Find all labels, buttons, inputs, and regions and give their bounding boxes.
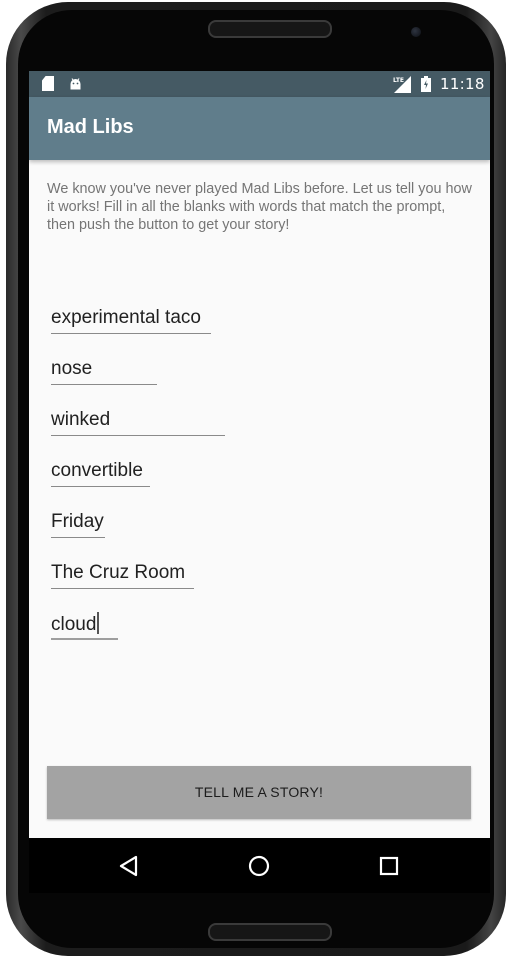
tell-story-button[interactable]: TELL ME A STORY!: [47, 766, 471, 819]
lte-signal-icon: LTE: [393, 76, 411, 93]
sd-card-icon: [42, 76, 54, 91]
word-input-3[interactable]: winked: [51, 408, 225, 436]
word-input-3-value: winked: [51, 409, 111, 430]
word-input-5-value: Friday: [51, 511, 104, 532]
svg-text:LTE: LTE: [393, 77, 404, 84]
word-input-1-value: experimental taco: [51, 307, 201, 328]
front-camera: [411, 27, 421, 37]
app-bar: Mad Libs: [29, 97, 490, 160]
text-cursor: [97, 612, 99, 634]
app-title: Mad Libs: [47, 116, 134, 138]
screen: LTE 11:18 Mad Libs We know you've never …: [29, 71, 490, 893]
word-input-1[interactable]: experimental taco: [51, 306, 211, 334]
home-icon[interactable]: [245, 852, 273, 880]
word-input-4-value: convertible: [51, 460, 143, 481]
earpiece-speaker: [208, 20, 332, 38]
recents-icon[interactable]: [375, 852, 403, 880]
status-clock: 11:18: [440, 75, 485, 93]
word-input-6-value: The Cruz Room: [51, 562, 186, 583]
bottom-speaker: [208, 923, 332, 941]
word-input-7-value: cloud: [51, 614, 97, 635]
word-input-4[interactable]: convertible: [51, 459, 150, 487]
intro-text: We know you've never played Mad Libs bef…: [47, 181, 472, 233]
status-bar: LTE 11:18: [29, 71, 490, 97]
word-input-2[interactable]: nose: [51, 357, 157, 385]
word-input-2-value: nose: [51, 358, 93, 379]
word-input-7[interactable]: cloud: [51, 612, 118, 640]
word-input-5[interactable]: Friday: [51, 510, 105, 538]
navigation-bar: [29, 838, 490, 893]
android-icon: [70, 78, 81, 90]
battery-icon: [421, 76, 431, 92]
word-input-6[interactable]: The Cruz Room: [51, 561, 194, 589]
back-icon[interactable]: [115, 852, 143, 880]
